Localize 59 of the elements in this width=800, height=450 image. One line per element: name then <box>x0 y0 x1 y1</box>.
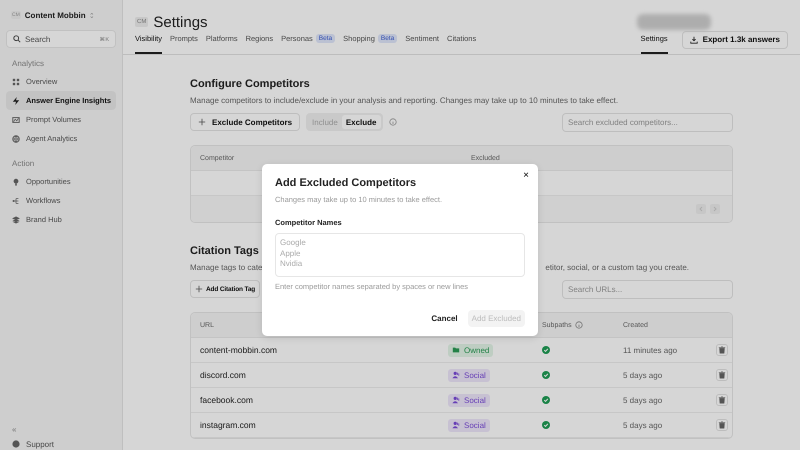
people-icon <box>452 396 460 404</box>
folder-icon <box>452 346 460 354</box>
section-description: Manage tags to cate <box>190 263 262 273</box>
workflow-icon <box>12 196 20 204</box>
section-description: etitor, social, or a custom tag you create. <box>545 263 689 273</box>
lightning-icon <box>12 96 20 104</box>
section-title: Configure Competitors <box>190 78 310 90</box>
section-description: Manage competitors to include/exclude in your analysis and reporting. Changes may take up to 10 minutes to take effect. <box>190 96 620 106</box>
delete-button[interactable] <box>716 419 728 431</box>
download-icon <box>690 36 698 44</box>
table-cell-text: content-mobbin.com <box>199 345 278 355</box>
cancel-button[interactable]: Cancel <box>431 314 458 323</box>
stack-icon <box>12 216 20 224</box>
search-field[interactable]: Search URLs... <box>562 280 733 298</box>
table-cell-text: facebook.com <box>199 395 254 405</box>
info-icon <box>388 118 396 126</box>
search-icon <box>13 35 21 43</box>
section-label: Analytics <box>11 59 46 69</box>
delete-button[interactable] <box>716 394 728 406</box>
table-cell-text: 5 days ago <box>623 370 664 380</box>
competitor-names-field[interactable]: Google Apple Nvidia <box>275 233 525 277</box>
dialog-title: Add Excluded Competitors <box>275 177 418 191</box>
next-page-icon <box>710 204 720 214</box>
support-link[interactable]: Support <box>6 437 116 450</box>
table-cell-text: 5 days ago <box>623 420 664 430</box>
grid-icon <box>12 78 20 86</box>
search-field[interactable]: Search excluded competitors... <box>562 112 733 132</box>
tag-badge: Social <box>448 368 490 382</box>
toggle-option[interactable]: Exclude <box>342 115 380 129</box>
previous-page-icon <box>696 204 706 214</box>
chart-icon <box>12 116 20 124</box>
people-icon <box>452 421 460 429</box>
chevron-updown-icon <box>90 10 96 20</box>
export-button[interactable]: Export 1.3k answers <box>682 30 788 48</box>
workspace-name[interactable]: Content Mobbin <box>24 10 86 20</box>
tag-badge: Owned <box>448 344 494 356</box>
trash-icon <box>718 346 726 354</box>
globe-icon <box>12 134 20 142</box>
table-cell-text: discord.com <box>199 370 247 380</box>
section-title: Citation Tags <box>190 245 259 257</box>
plus-icon <box>198 118 206 126</box>
table-cell-text: 11 minutes ago <box>623 346 678 354</box>
plus-icon <box>195 285 203 293</box>
trash-icon <box>718 396 726 404</box>
include-exclude-toggle[interactable]: Include Exclude <box>306 113 382 131</box>
tag-badge: Social <box>448 418 490 432</box>
lightbulb-icon <box>12 178 20 186</box>
tag-badge: Social <box>448 394 490 406</box>
people-icon <box>452 371 460 379</box>
trash-icon <box>718 421 726 429</box>
exclude-competitors-button[interactable]: Exclude Competitors <box>190 113 300 131</box>
close-button[interactable]: × <box>523 170 529 182</box>
table-cell-text: 5 days ago <box>623 396 664 404</box>
table-cell-text: instagram.com <box>199 420 257 430</box>
info-icon <box>574 321 583 329</box>
trash-icon <box>718 371 726 379</box>
delete-button[interactable] <box>716 369 728 381</box>
delete-button[interactable] <box>716 344 728 356</box>
section-label: Action <box>11 159 36 169</box>
